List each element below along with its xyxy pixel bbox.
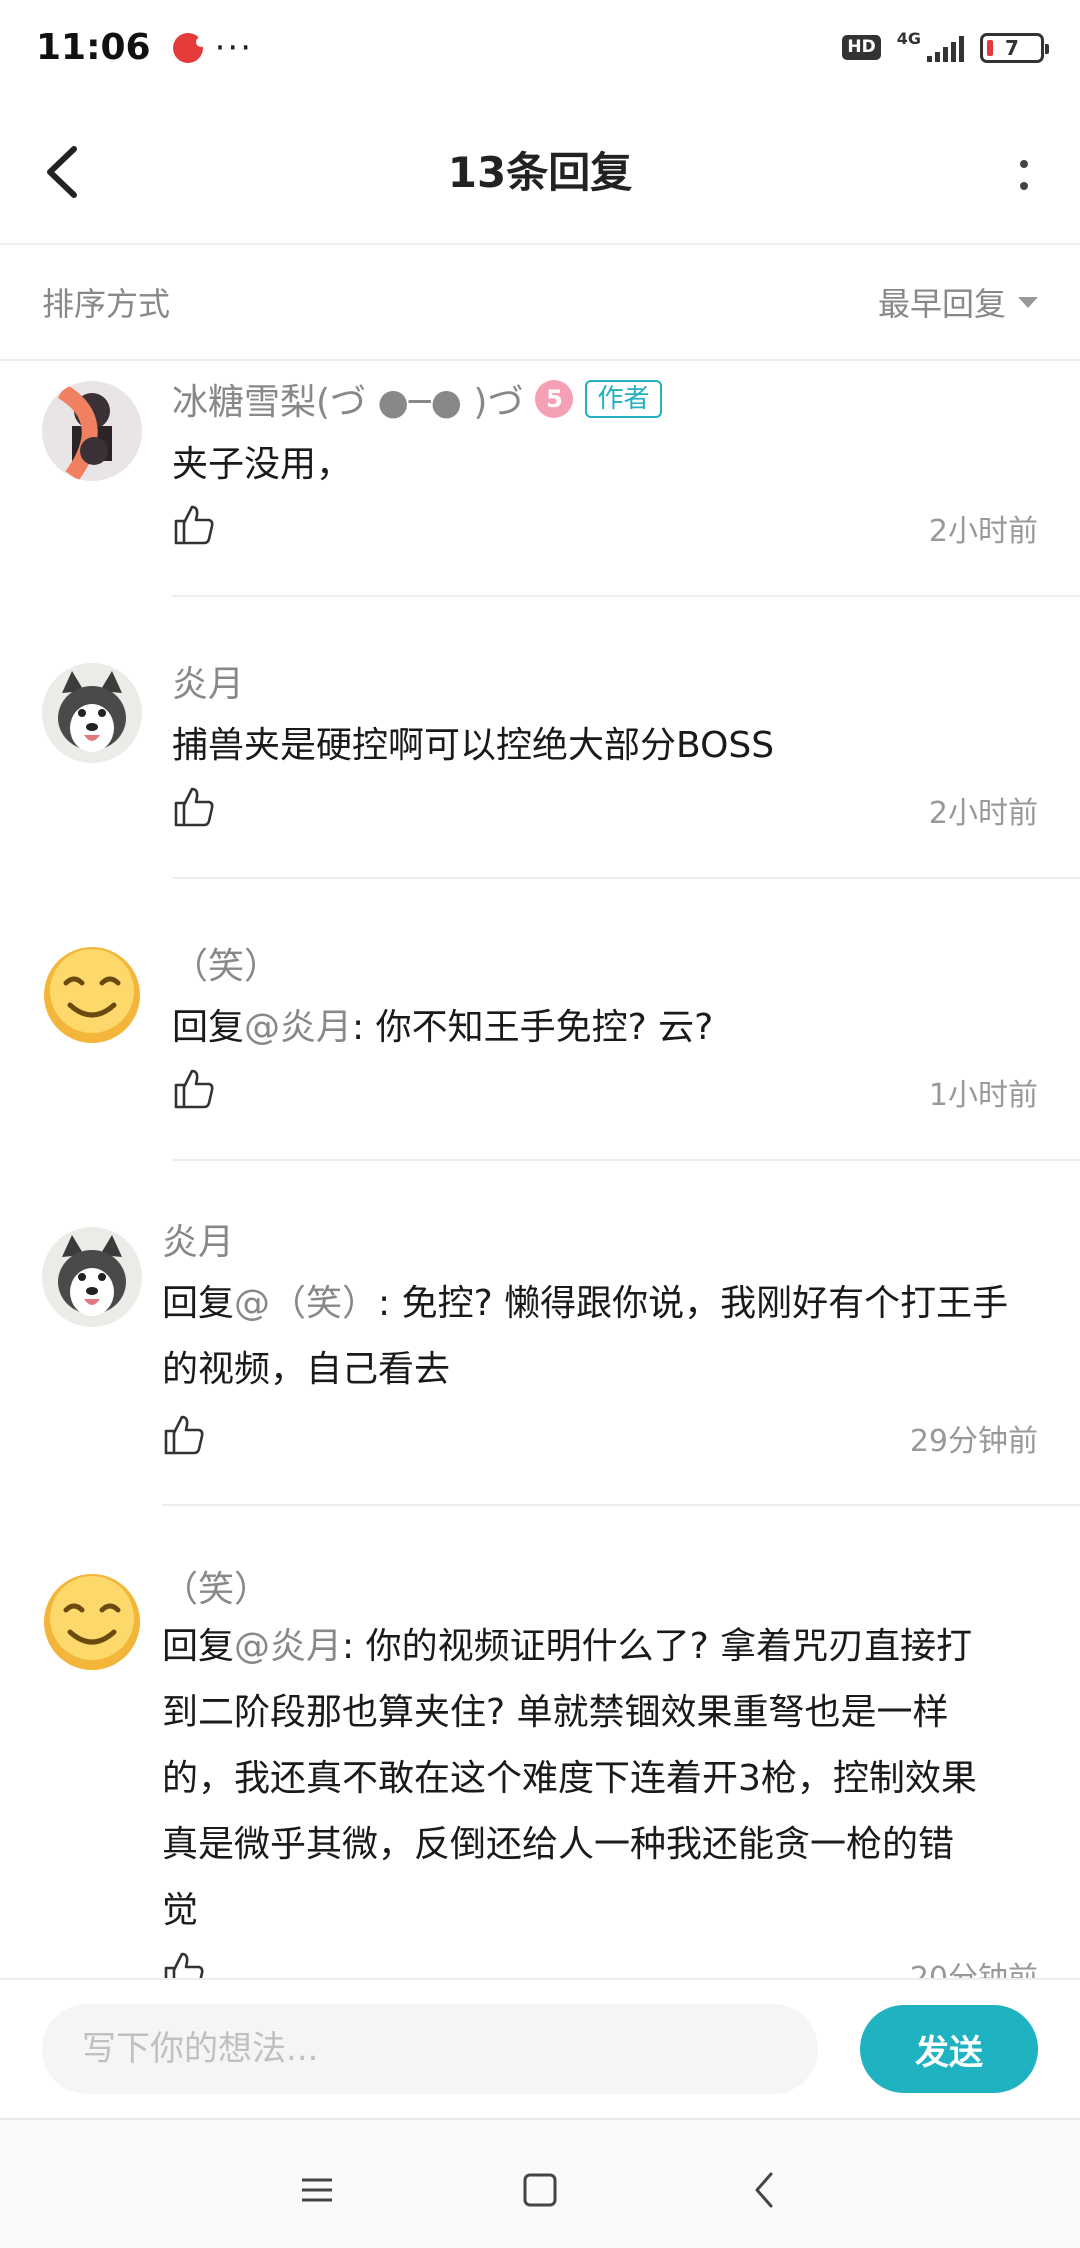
- user-name[interactable]: 炎月: [162, 1213, 234, 1265]
- sort-dropdown[interactable]: 最早回复: [878, 279, 1038, 325]
- sort-bar: 排序方式 最早回复: [0, 245, 1080, 361]
- comment-text: 捕兽夹是硬控啊可以控绝大部分BOSS: [172, 725, 775, 766]
- network-type: 4G: [896, 28, 921, 48]
- user-name[interactable]: （笑）: [162, 1560, 270, 1612]
- comment-item: 炎月 捕兽夹是硬控啊可以控绝大部分BOSS 2小时前: [0, 599, 1080, 881]
- nav-back-button[interactable]: [735, 2160, 795, 2220]
- thumbs-up-icon: [174, 1069, 214, 1109]
- status-indicators: HD 4G 7: [842, 28, 1049, 63]
- comment-item: （笑） 回复@炎月: 你的视频证明什么了? 拿着咒刃直接打 到二阶段那也算夹住?…: [0, 1508, 1080, 1978]
- reply-input[interactable]: [42, 2004, 818, 2094]
- divider: [162, 1504, 1080, 1506]
- comment-header: （笑）: [172, 937, 280, 989]
- avatar[interactable]: [42, 945, 142, 1045]
- menu-icon: [302, 2178, 332, 2202]
- user-name[interactable]: 冰糖雪梨(づ ●─● )づ: [172, 373, 523, 425]
- divider: [172, 877, 1080, 879]
- comment-text: 回复@炎月: 你不知王手免控? 云?: [172, 1007, 714, 1048]
- avatar[interactable]: [42, 663, 142, 763]
- thumbs-up-icon: [174, 787, 214, 827]
- sort-value: 最早回复: [877, 285, 1006, 323]
- sort-label: 排序方式: [42, 285, 171, 323]
- reply-input-bar: 发送: [0, 1978, 1080, 2118]
- timestamp: 2小时前: [928, 796, 1038, 831]
- author-tag: 作者: [585, 380, 662, 418]
- system-nav-bar: [0, 2118, 1080, 2248]
- battery-icon: 7: [980, 32, 1049, 63]
- reply-mention[interactable]: @（笑）: [234, 1283, 378, 1324]
- comment-text: 回复@（笑）: 免控? 懒得跟你说，我刚好有个打王手 的视频，自己看去: [162, 1283, 1009, 1390]
- thumbs-up-icon: [164, 1415, 204, 1455]
- like-button[interactable]: [172, 1067, 216, 1111]
- send-button[interactable]: 发送: [860, 2005, 1038, 2093]
- comment-text: 夹子没用，: [172, 444, 353, 485]
- comment-header: 冰糖雪梨(づ ●─● )づ 5 作者: [172, 373, 662, 425]
- thumbs-up-icon: [174, 505, 214, 545]
- timestamp: 1小时前: [928, 1078, 1038, 1113]
- chevron-left-icon: [47, 146, 77, 198]
- status-time: 11:06: [36, 27, 151, 68]
- reply-mention[interactable]: @炎月: [244, 1007, 352, 1048]
- comment-header: （笑）: [162, 1560, 270, 1612]
- home-button[interactable]: [510, 2160, 570, 2220]
- recent-apps-button[interactable]: [287, 2160, 347, 2220]
- back-button[interactable]: [36, 137, 96, 207]
- like-button[interactable]: [162, 1950, 206, 1978]
- avatar[interactable]: [42, 381, 142, 481]
- timestamp: 2小时前: [928, 514, 1038, 549]
- battery-level: 7: [1005, 35, 1019, 60]
- like-button[interactable]: [172, 503, 216, 547]
- comment-item: 炎月 回复@（笑）: 免控? 懒得跟你说，我刚好有个打王手 的视频，自己看去 2…: [0, 1163, 1080, 1508]
- avatar[interactable]: [42, 1572, 142, 1672]
- timestamp: 29分钟前: [909, 1424, 1038, 1459]
- comment-header: 炎月: [162, 1213, 234, 1265]
- chevron-left-icon: [755, 2172, 773, 2208]
- more-vertical-icon: [1020, 160, 1028, 168]
- comment-text: 回复@炎月: 你的视频证明什么了? 拿着咒刃直接打 到二阶段那也算夹住? 单就禁…: [162, 1626, 977, 1931]
- hd-icon: HD: [842, 35, 881, 60]
- divider: [172, 595, 1080, 597]
- status-bar: 11:06 ··· HD 4G 7: [0, 0, 1080, 95]
- avatar[interactable]: [42, 1227, 142, 1327]
- like-button[interactable]: [172, 785, 216, 829]
- user-name[interactable]: （笑）: [172, 937, 280, 989]
- comment-header: 炎月: [172, 655, 244, 707]
- status-more-icon: ···: [214, 27, 254, 68]
- square-icon: [523, 2173, 557, 2207]
- level-badge: 5: [535, 380, 574, 418]
- timestamp: 20分钟前: [910, 1953, 1038, 1978]
- app-notification-icon: [172, 32, 206, 63]
- page-title: 13条回复: [447, 147, 633, 197]
- like-button[interactable]: [162, 1413, 206, 1457]
- caret-down-icon: [1018, 296, 1038, 308]
- comment-item: 冰糖雪梨(づ ●─● )づ 5 作者 夹子没用， 2小时前: [0, 361, 1080, 599]
- signal-icon: [927, 34, 964, 62]
- divider: [172, 1159, 1080, 1161]
- comment-list[interactable]: 冰糖雪梨(づ ●─● )づ 5 作者 夹子没用， 2小时前 炎月 捕兽夹是硬控啊…: [0, 361, 1080, 1978]
- app-header: 13条回复: [0, 95, 1080, 245]
- thumbs-up-icon: [164, 1952, 204, 1978]
- more-options-button[interactable]: [1004, 145, 1044, 205]
- reply-mention[interactable]: @炎月: [234, 1626, 342, 1667]
- comment-item: （笑） 回复@炎月: 你不知王手免控? 云? 1小时前: [0, 881, 1080, 1163]
- user-name[interactable]: 炎月: [172, 655, 244, 707]
